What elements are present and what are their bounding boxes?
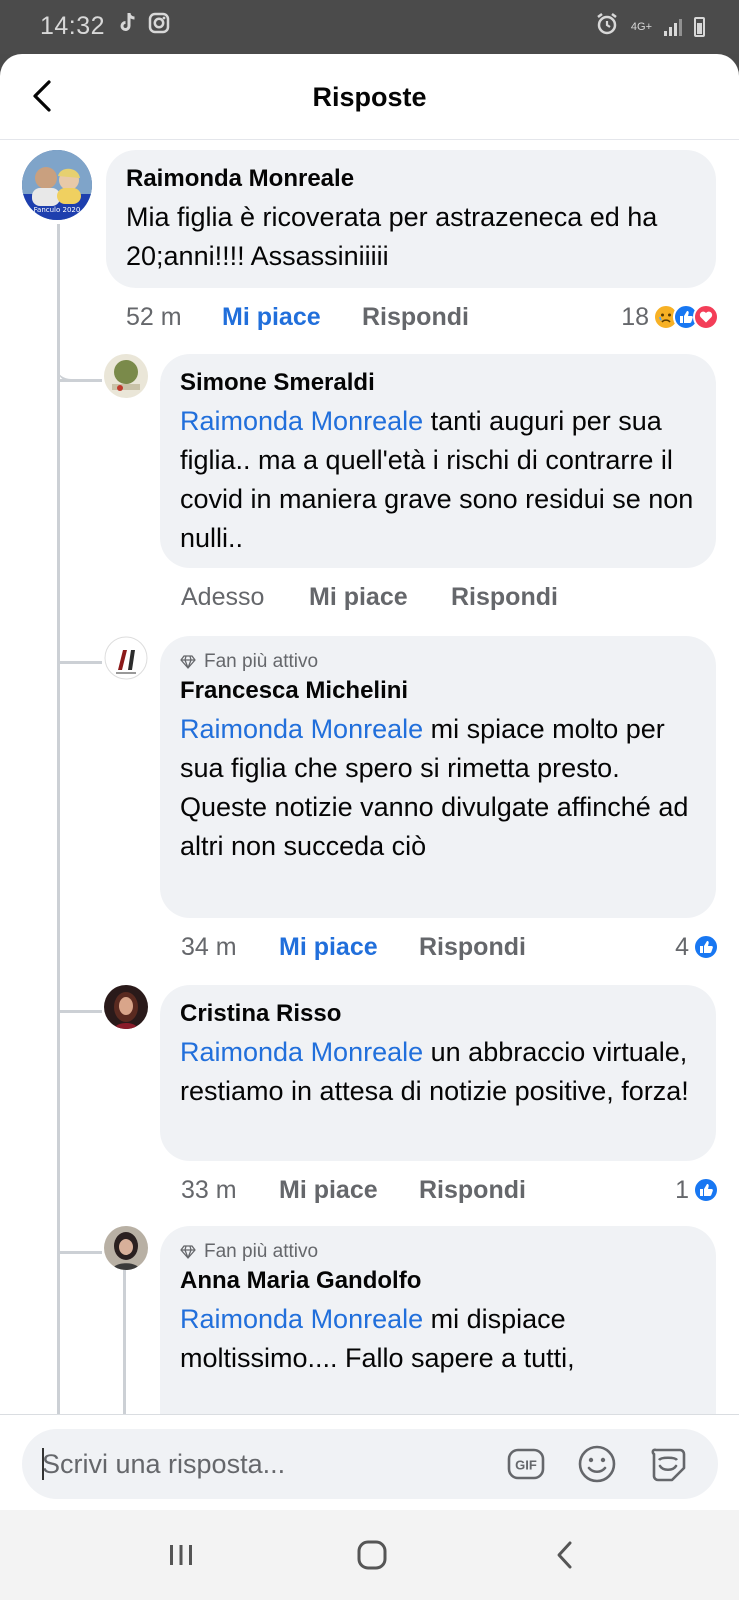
comment-actions: Adesso Mi piace Rispondi <box>181 580 558 614</box>
like-reaction-icon <box>693 1177 719 1203</box>
text-caret <box>42 1448 44 1480</box>
reply-button[interactable]: Rispondi <box>419 933 526 962</box>
comment-author[interactable]: Raimonda Monreale <box>126 164 696 194</box>
reply-input[interactable] <box>42 1429 482 1499</box>
thread-connector <box>60 1010 102 1013</box>
avatar[interactable] <box>104 985 148 1029</box>
back-icon <box>557 1541 572 1569</box>
avatar[interactable] <box>104 354 148 398</box>
reaction-count: 4 <box>675 932 689 961</box>
reply-composer: GIF <box>0 1414 739 1510</box>
gif-icon: GIF <box>507 1448 545 1480</box>
sub-thread-line <box>123 1269 126 1414</box>
network-type: 4G+ <box>630 20 652 33</box>
status-right-icons: 4G+ <box>595 12 705 42</box>
comment-author[interactable]: Francesca Michelini <box>180 676 696 706</box>
emoji-button[interactable] <box>577 1444 617 1484</box>
reactions-summary[interactable]: 1 <box>675 1173 719 1207</box>
comment-author[interactable]: Cristina Risso <box>180 999 696 1029</box>
avatar[interactable] <box>104 636 148 680</box>
sticker-button[interactable] <box>648 1444 688 1484</box>
comment-time: 52 m <box>126 302 182 331</box>
status-time: 14:32 <box>40 12 106 40</box>
svg-text:GIF: GIF <box>515 1458 537 1473</box>
reactions-summary[interactable]: 18 <box>621 300 719 334</box>
comment-bubble[interactable]: Simone Smeraldi Raimonda Monreale tanti … <box>160 354 716 568</box>
comment-actions: 34 m Mi piace Rispondi <box>181 930 526 964</box>
comment-time: 33 m <box>181 1175 237 1204</box>
thread-connector <box>60 661 102 664</box>
comment-bubble[interactable]: Fan più attivo Anna Maria Gandolfo Raimo… <box>160 1226 716 1414</box>
nav-back-button[interactable] <box>540 1532 590 1578</box>
top-fan-badge: Fan più attivo <box>180 650 696 674</box>
comment-text: Raimonda Monreale un abbraccio virtuale,… <box>180 1033 696 1111</box>
instagram-icon <box>148 12 170 40</box>
header: Risposte <box>0 54 739 140</box>
system-navbar <box>0 1510 739 1600</box>
like-button[interactable]: Mi piace <box>279 1176 419 1205</box>
avatar[interactable] <box>104 1226 148 1270</box>
battery-icon <box>694 17 705 37</box>
comment-text: Raimonda Monreale mi spiace molto per su… <box>180 710 696 866</box>
reaction-count: 1 <box>675 1175 689 1204</box>
comment-author[interactable]: Anna Maria Gandolfo <box>180 1266 696 1296</box>
badge-label: Fan più attivo <box>204 1241 319 1262</box>
recent-apps-button[interactable] <box>156 1532 206 1578</box>
comment-actions: 52 m Mi piace Rispondi <box>126 300 469 334</box>
comment-text: Raimonda Monreale tanti auguri per sua f… <box>180 402 696 558</box>
reply-button[interactable]: Rispondi <box>451 583 558 612</box>
emoji-icon <box>578 1445 616 1483</box>
reaction-icons <box>653 304 719 330</box>
comment-author[interactable]: Simone Smeraldi <box>180 368 696 398</box>
reply-button[interactable]: Rispondi <box>362 303 469 332</box>
mention-link[interactable]: Raimonda Monreale <box>180 1304 423 1334</box>
like-button[interactable]: Mi piace <box>309 583 451 612</box>
status-bar: 14:32 4G+ <box>0 0 739 54</box>
gif-button[interactable]: GIF <box>506 1444 546 1484</box>
reaction-count: 18 <box>621 302 649 331</box>
like-button[interactable]: Mi piace <box>222 303 362 332</box>
sticker-icon <box>651 1448 686 1482</box>
reaction-icons <box>693 934 719 960</box>
diamond-icon <box>180 1245 196 1259</box>
alarm-icon <box>595 12 619 42</box>
top-fan-badge: Fan più attivo <box>180 1240 696 1264</box>
comment-time: 34 m <box>181 932 237 961</box>
thread-connector <box>60 1251 102 1254</box>
reaction-icons <box>693 1177 719 1203</box>
avatar-caption: Fanculo 2020 <box>34 206 81 214</box>
signal-icon <box>664 18 682 36</box>
comment-bubble[interactable]: Fan più attivo Francesca Michelini Raimo… <box>160 636 716 918</box>
avatar[interactable]: Fanculo 2020 <box>22 150 92 220</box>
mention-link[interactable]: Raimonda Monreale <box>180 1037 423 1067</box>
badge-label: Fan più attivo <box>204 651 319 672</box>
like-reaction-icon <box>693 934 719 960</box>
reactions-summary[interactable]: 4 <box>675 930 719 964</box>
recent-apps-icon <box>170 1545 192 1565</box>
love-reaction-icon <box>693 304 719 330</box>
mention-link[interactable]: Raimonda Monreale <box>180 714 423 744</box>
comment-bubble[interactable]: Raimonda Monreale Mia figlia è ricoverat… <box>106 150 716 288</box>
reply-button[interactable]: Rispondi <box>419 1176 526 1205</box>
comment-text: Mia figlia è ricoverata per astrazeneca … <box>126 202 658 271</box>
replies-sheet: Risposte Fanculo 2020 Raimonda Monreale … <box>0 54 739 1414</box>
thread-connector <box>57 334 101 382</box>
mention-link[interactable]: Raimonda Monreale <box>180 406 423 436</box>
status-left-icons <box>118 12 170 40</box>
composer-box: GIF <box>22 1429 718 1499</box>
tiktok-icon <box>118 12 138 40</box>
home-button[interactable] <box>347 1532 397 1578</box>
comment-time: Adesso <box>181 582 265 611</box>
comment-actions: 33 m Mi piace Rispondi <box>181 1173 526 1207</box>
like-button[interactable]: Mi piace <box>279 933 419 962</box>
comment-bubble[interactable]: Cristina Risso Raimonda Monreale un abbr… <box>160 985 716 1161</box>
diamond-icon <box>180 655 196 669</box>
page-title: Risposte <box>312 82 427 112</box>
thread-line <box>57 224 60 1414</box>
thread-connector <box>60 379 102 382</box>
comment-text: Raimonda Monreale mi dispiace moltissimo… <box>180 1300 696 1378</box>
home-icon <box>357 1540 387 1570</box>
